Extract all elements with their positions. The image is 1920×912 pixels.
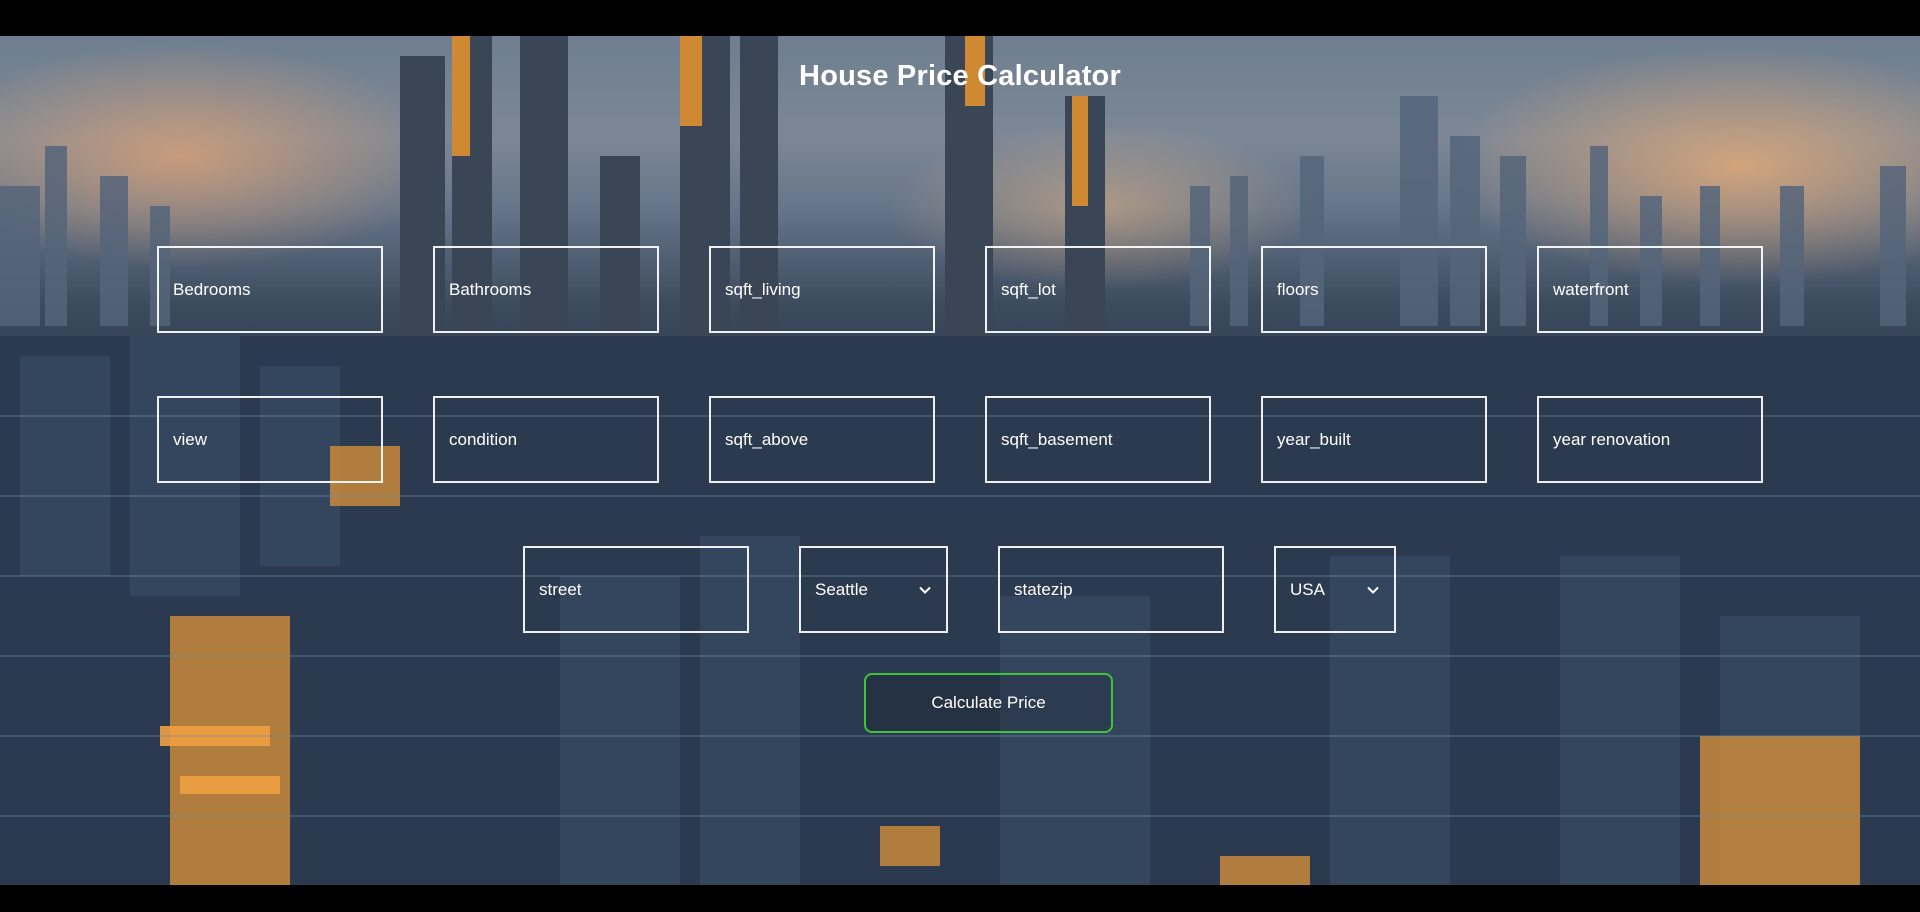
view-input[interactable]: [157, 396, 383, 483]
statezip-input[interactable]: [998, 546, 1224, 633]
sqft-living-input[interactable]: [709, 246, 935, 333]
page-frame: House Price Calculator Seattle USA Calcu…: [0, 0, 1920, 912]
page-title: House Price Calculator: [799, 60, 1121, 92]
country-select-value: USA: [1290, 579, 1325, 599]
calculate-price-label: Calculate Price: [931, 693, 1046, 712]
calculate-price-button[interactable]: Calculate Price: [864, 673, 1113, 733]
city-select[interactable]: Seattle: [799, 546, 948, 633]
floors-input[interactable]: [1261, 246, 1487, 333]
chevron-down-icon: [1367, 586, 1379, 594]
chevron-down-icon: [919, 586, 931, 594]
street-input[interactable]: [523, 546, 749, 633]
sqft-lot-input[interactable]: [985, 246, 1211, 333]
sqft-basement-input[interactable]: [985, 396, 1211, 483]
country-select[interactable]: USA: [1274, 546, 1396, 633]
condition-input[interactable]: [433, 396, 659, 483]
bathrooms-input[interactable]: [433, 246, 659, 333]
year-built-input[interactable]: [1261, 396, 1487, 483]
city-select-value: Seattle: [815, 579, 868, 599]
sqft-above-input[interactable]: [709, 396, 935, 483]
year-renovation-input[interactable]: [1537, 396, 1763, 483]
waterfront-input[interactable]: [1537, 246, 1763, 333]
bedrooms-input[interactable]: [157, 246, 383, 333]
